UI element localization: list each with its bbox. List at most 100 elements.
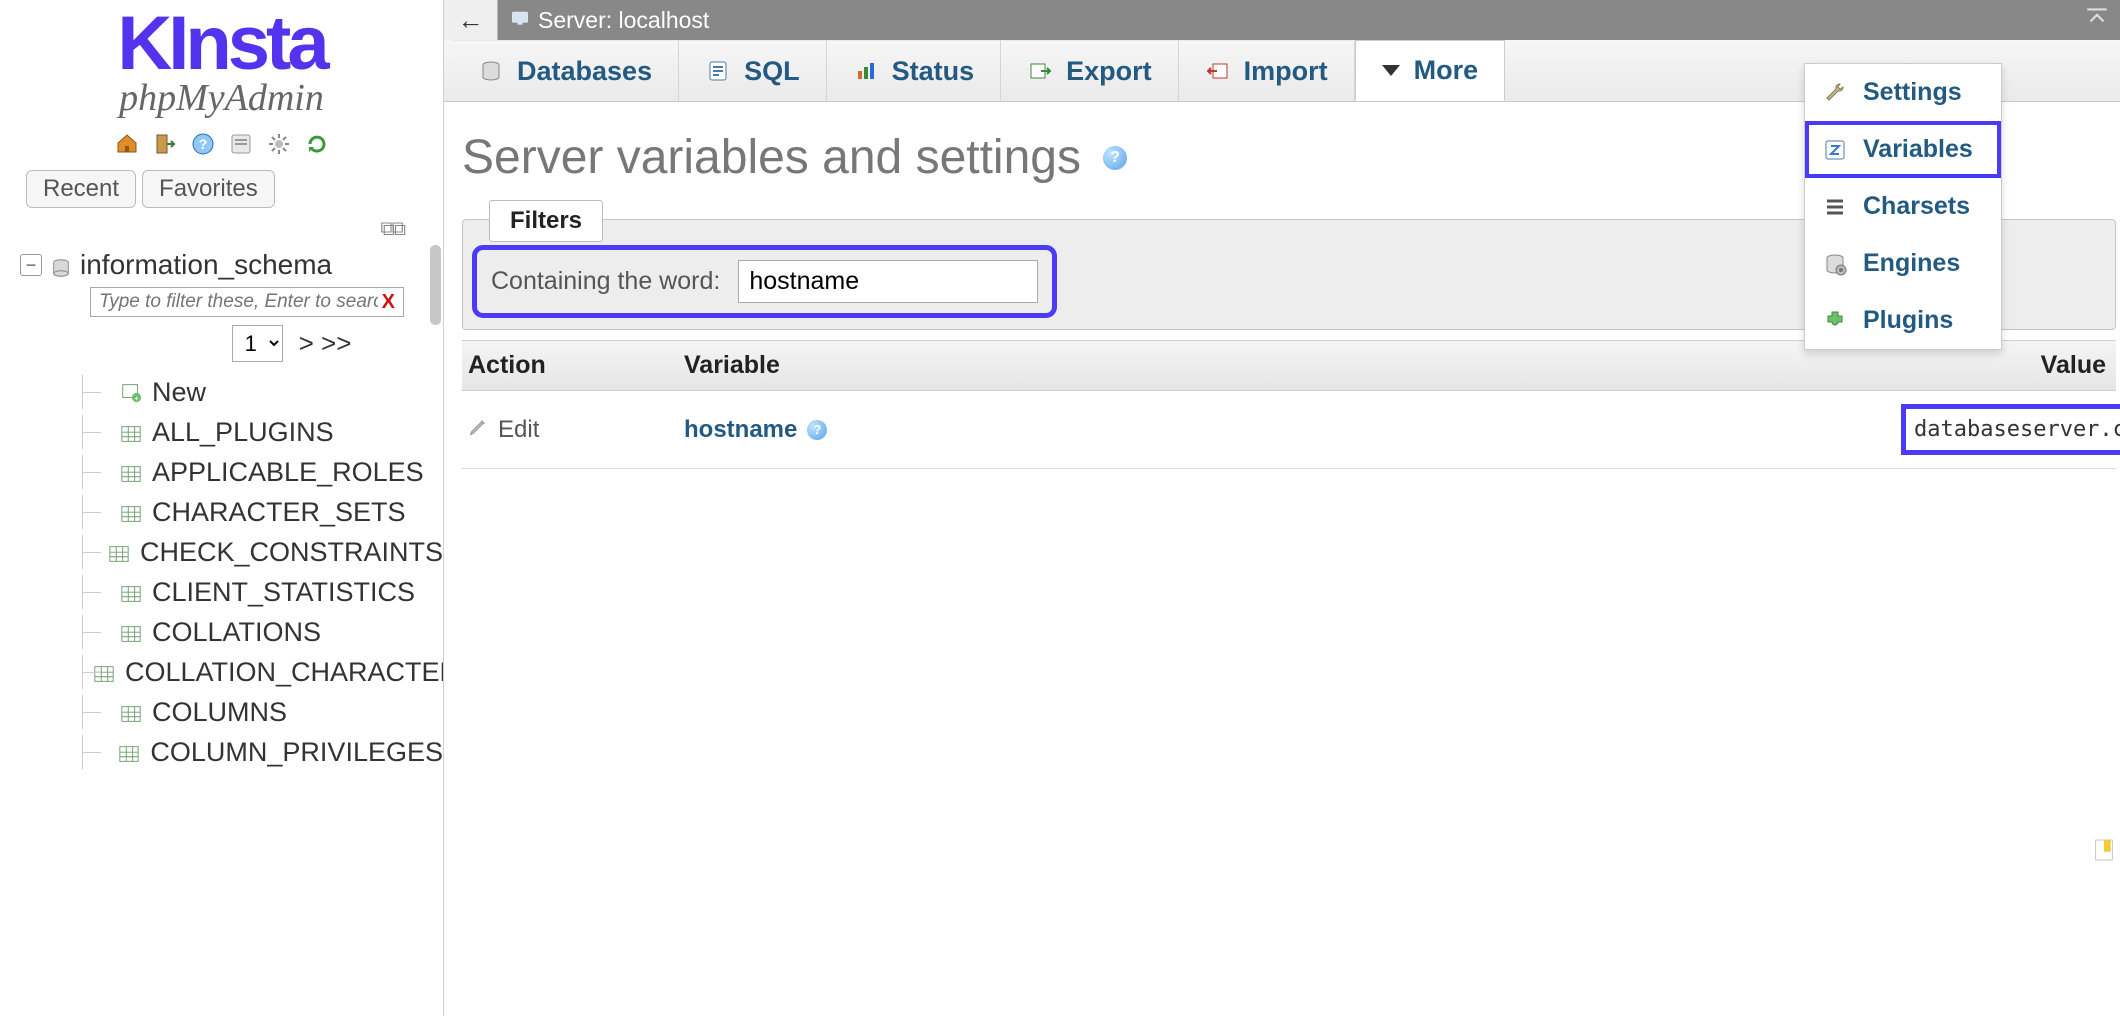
tree-filter-input[interactable]	[97, 290, 380, 314]
database-icon	[50, 254, 72, 276]
table-name: COLUMNS	[152, 697, 287, 728]
link-icon-row: ⧉⧉	[0, 214, 443, 245]
value-text: databaseserver.com	[1908, 411, 2120, 448]
help-icon[interactable]: ?	[1103, 146, 1127, 170]
database-icon	[479, 59, 503, 83]
variables-icon	[1823, 138, 1847, 162]
table-icon	[120, 501, 142, 523]
tree-pager: 1 > >>	[140, 325, 443, 362]
menu-sql[interactable]: SQL	[679, 40, 827, 101]
dd-settings[interactable]: Settings	[1805, 64, 2001, 121]
bookmark-icon[interactable]	[2094, 838, 2114, 862]
svg-text:?: ?	[198, 136, 207, 152]
chevron-down-icon	[1382, 65, 1400, 76]
new-table-row[interactable]: + New	[82, 372, 443, 412]
status-icon	[854, 59, 878, 83]
expander-minus-icon[interactable]: −	[20, 254, 42, 276]
back-button[interactable]: ←	[444, 0, 498, 40]
tree-filter[interactable]: X	[90, 287, 404, 317]
table-icon	[108, 541, 130, 563]
edit-action[interactable]: Edit	[462, 406, 678, 454]
edit-label: Edit	[498, 416, 539, 444]
plugins-icon	[1823, 309, 1847, 333]
sidebar: KInsta phpMyAdmin ? Recent Favorites ⧉⧉	[0, 0, 444, 1016]
table-name: ALL_PLUGINS	[152, 417, 334, 448]
charsets-icon	[1823, 195, 1847, 219]
table-row[interactable]: COLUMNS	[82, 692, 443, 732]
value-cell: databaseserver.com	[1898, 401, 2116, 458]
help-icon[interactable]: ?	[807, 420, 827, 440]
sidebar-toolbar: ?	[0, 120, 443, 164]
dd-label: Plugins	[1863, 306, 1953, 335]
menu-databases[interactable]: Databases	[452, 40, 679, 101]
table-row[interactable]: CHARACTER_SETS	[82, 492, 443, 532]
table-list: + New ALL_PLUGINS APPLICABLE_ROLES CHARA…	[82, 372, 443, 772]
filter-input[interactable]	[738, 260, 1038, 303]
page-title-text: Server variables and settings	[462, 130, 1081, 185]
menu-import[interactable]: Import	[1179, 40, 1355, 101]
table-row[interactable]: CLIENT_STATISTICS	[82, 572, 443, 612]
new-table-icon: +	[120, 381, 142, 403]
tab-favorites[interactable]: Favorites	[142, 170, 275, 208]
table-row[interactable]: APPLICABLE_ROLES	[82, 452, 443, 492]
query-window-icon[interactable]	[229, 132, 253, 156]
table-row[interactable]: COLLATION_CHARACTER_	[82, 652, 443, 692]
dd-label: Variables	[1863, 135, 1973, 164]
logo-block: KInsta phpMyAdmin	[0, 0, 443, 120]
table-icon	[120, 701, 142, 723]
main: ← Server: localhost Databases SQL	[444, 0, 2120, 1016]
table-row[interactable]: CHECK_CONSTRAINTS	[82, 532, 443, 572]
menu-status[interactable]: Status	[827, 40, 1002, 101]
filter-row: Containing the word:	[481, 254, 1048, 309]
brand-logo: KInsta	[20, 10, 423, 78]
dd-engines[interactable]: Engines	[1805, 235, 2001, 292]
table-row[interactable]: COLLATIONS	[82, 612, 443, 652]
dd-plugins[interactable]: Plugins	[1805, 292, 2001, 349]
sql-icon	[706, 59, 730, 83]
pager-next[interactable]: > >>	[299, 328, 352, 359]
variable-link[interactable]: hostname	[684, 416, 797, 444]
server-icon	[510, 7, 530, 34]
dd-variables[interactable]: Variables	[1805, 121, 2001, 178]
more-dropdown: Settings Variables Charsets Engines Plug…	[1804, 63, 2002, 350]
db-row[interactable]: − information_schema	[20, 249, 443, 281]
tree-connector-icon	[82, 735, 108, 769]
dd-label: Settings	[1863, 78, 1962, 107]
page-select[interactable]: 1	[232, 325, 283, 362]
table-name: COLUMN_PRIVILEGES	[150, 737, 443, 768]
col-variable-header: Variable	[678, 341, 1898, 390]
docs-help-icon[interactable]: ?	[191, 132, 215, 156]
menu-export[interactable]: Export	[1001, 40, 1179, 101]
table-name: COLLATION_CHARACTER_	[125, 657, 443, 688]
home-icon[interactable]	[115, 132, 139, 156]
tree-connector-icon	[82, 615, 110, 649]
sidebar-tabs: Recent Favorites	[0, 164, 443, 214]
tab-recent[interactable]: Recent	[26, 170, 136, 208]
table-icon	[118, 741, 140, 763]
dd-label: Engines	[1863, 249, 1960, 278]
dd-charsets[interactable]: Charsets	[1805, 178, 2001, 235]
col-action-header: Action	[462, 341, 678, 390]
reload-icon[interactable]	[305, 132, 329, 156]
tree-scrollbar[interactable]	[430, 245, 441, 325]
logout-icon[interactable]	[153, 132, 177, 156]
collapse-icon[interactable]	[2084, 4, 2110, 37]
table-name: APPLICABLE_ROLES	[152, 457, 424, 488]
export-icon	[1028, 59, 1052, 83]
clear-filter-icon[interactable]: X	[380, 291, 397, 314]
import-icon	[1206, 59, 1230, 83]
gear-icon[interactable]	[267, 132, 291, 156]
breadcrumb[interactable]: Server: localhost	[498, 7, 709, 34]
menu-label: More	[1414, 55, 1479, 86]
engines-icon	[1823, 252, 1847, 276]
menu-more[interactable]: More	[1355, 40, 1506, 101]
table-icon	[120, 621, 142, 643]
variable-cell: hostname ?	[678, 406, 1898, 454]
chain-link-icon[interactable]: ⧉⧉	[380, 218, 403, 240]
menu-label: SQL	[744, 56, 800, 87]
table-row[interactable]: COLUMN_PRIVILEGES	[82, 732, 443, 772]
nav-tree: − information_schema X 1 > >> +	[0, 245, 443, 1016]
tree-connector-icon	[82, 695, 110, 729]
result-row: Edit hostname ? databaseserver.com	[462, 391, 2116, 469]
table-row[interactable]: ALL_PLUGINS	[82, 412, 443, 452]
